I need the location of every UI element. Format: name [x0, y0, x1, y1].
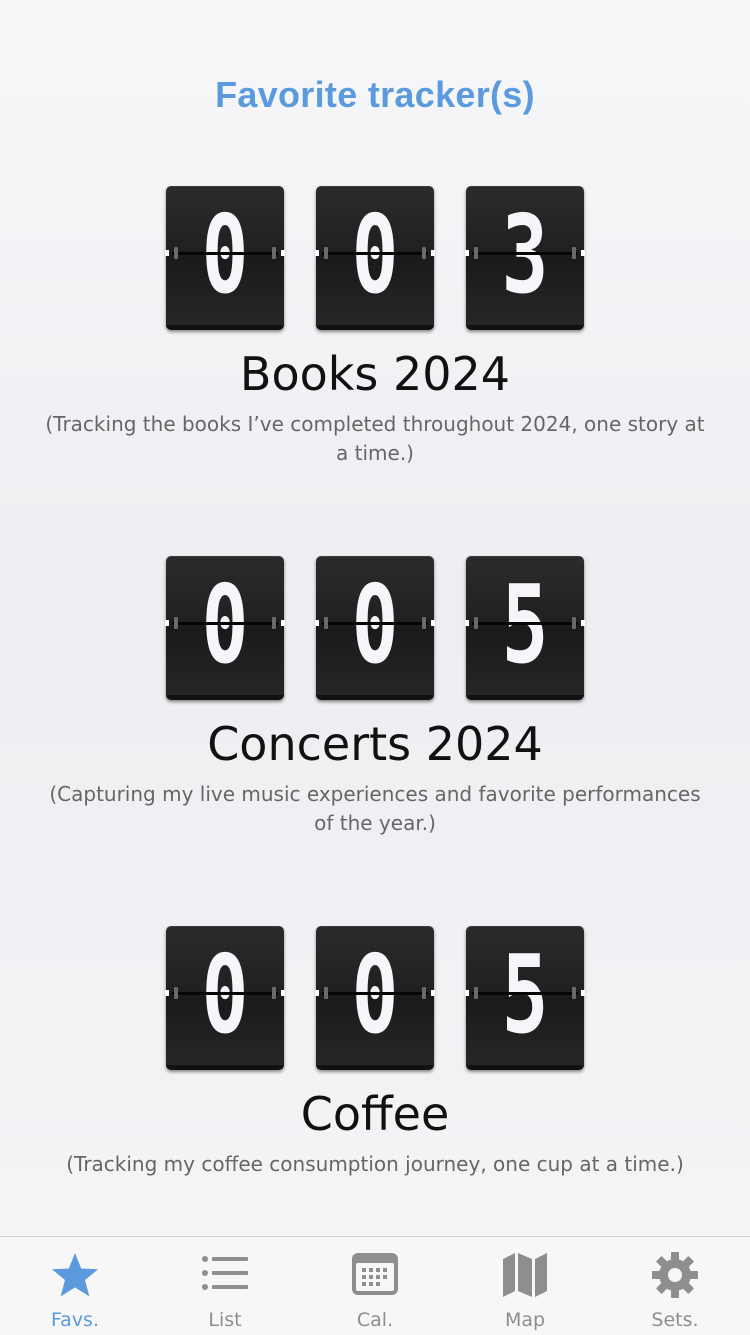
flip-digit: 0: [165, 556, 285, 700]
calendar-icon: [352, 1253, 398, 1295]
digit-text: 0: [201, 933, 249, 1058]
flip-counter: 0 0 5: [0, 556, 750, 704]
flip-digit: 0: [315, 926, 435, 1070]
tracker-description: (Capturing my live music experiences and…: [49, 782, 701, 835]
gear-icon: [652, 1252, 698, 1298]
tracker-card[interactable]: 0 0 5 Concerts 2024 (Capturing my live m…: [0, 556, 750, 838]
flip-digit: 5: [465, 556, 585, 700]
digit-text: 0: [201, 193, 249, 318]
digit-text: 0: [351, 193, 399, 318]
tab-list[interactable]: List: [150, 1237, 300, 1335]
page-title: Favorite tracker(s): [215, 74, 535, 115]
flip-digit: 5: [465, 926, 585, 1070]
tab-map[interactable]: Map: [450, 1237, 600, 1335]
flip-digit: 0: [165, 186, 285, 330]
tab-label: List: [208, 1309, 242, 1331]
tracker-description: (Tracking the books I’ve completed throu…: [45, 412, 705, 465]
digit-text: 3: [501, 193, 549, 318]
digit-text: 5: [501, 933, 549, 1058]
flip-digit: 0: [165, 926, 285, 1070]
flip-digit: 0: [315, 186, 435, 330]
tracker-card[interactable]: 0 0 3 Books 2024 (Tracking the books I’v…: [0, 186, 750, 468]
tab-label: Map: [504, 1309, 546, 1331]
flip-digit: 0: [315, 556, 435, 700]
tab-bar: Favs. List Cal. Map Sets.: [0, 1236, 750, 1335]
tab-label: Sets.: [651, 1309, 699, 1331]
star-icon: [52, 1253, 98, 1297]
digit-text: 0: [351, 563, 399, 688]
tab-favs[interactable]: Favs.: [0, 1237, 150, 1335]
tracker-name: Concerts 2024: [207, 717, 543, 771]
flip-counter: 0 0 5: [0, 926, 750, 1074]
tab-calendar[interactable]: Cal.: [300, 1237, 450, 1335]
list-icon: [202, 1256, 248, 1290]
digit-text: 0: [351, 933, 399, 1058]
tab-settings[interactable]: Sets.: [600, 1237, 750, 1335]
digit-text: 0: [201, 563, 249, 688]
tracker-description: (Tracking my coffee consumption journey,…: [66, 1152, 684, 1176]
tab-label: Cal.: [356, 1309, 394, 1331]
flip-counter: 0 0 3: [0, 186, 750, 334]
tracker-name: Books 2024: [239, 347, 511, 401]
flip-digit: 3: [465, 186, 585, 330]
map-icon: [503, 1253, 547, 1297]
tab-label: Favs.: [50, 1309, 99, 1331]
tracker-name: Coffee: [300, 1087, 450, 1141]
digit-text: 5: [501, 563, 549, 688]
tracker-card[interactable]: 0 0 5 Coffee (Tracking my coffee consump…: [0, 926, 750, 1179]
